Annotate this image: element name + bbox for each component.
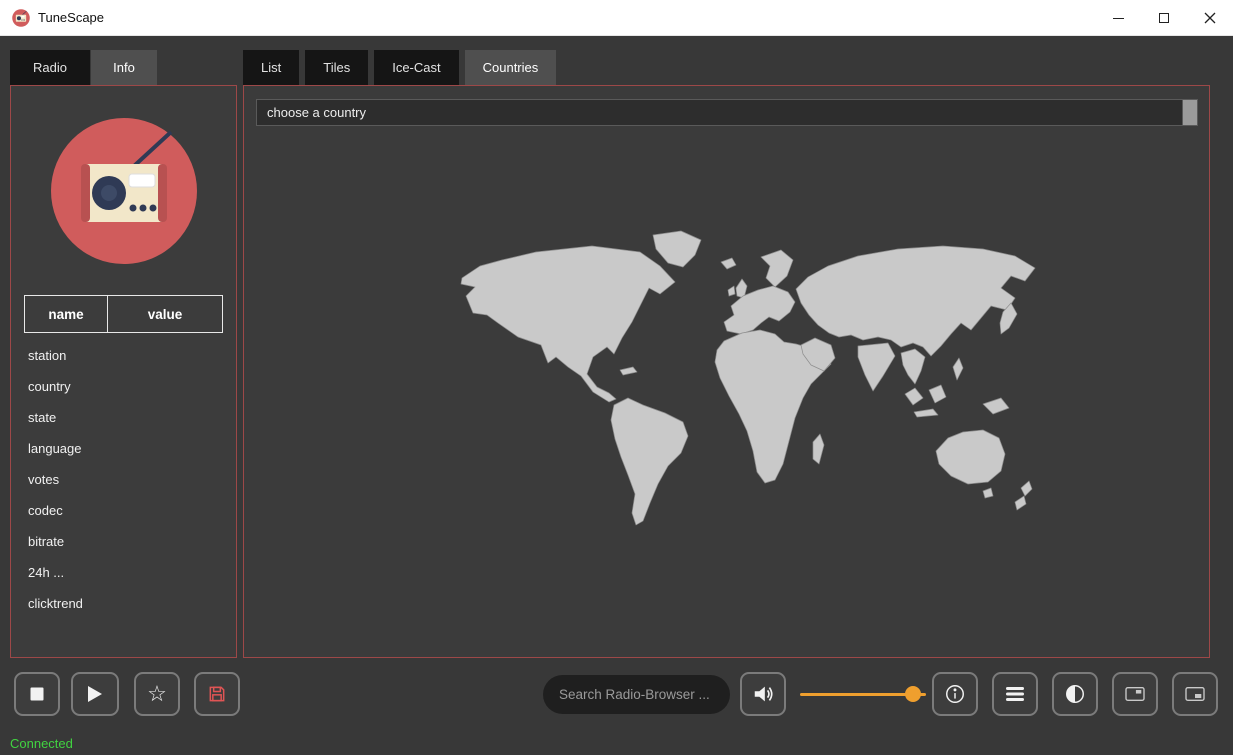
- menu-button[interactable]: [992, 672, 1038, 716]
- window-layout-top-icon: [1125, 687, 1145, 701]
- volume-track[interactable]: [800, 686, 926, 702]
- tab-radio[interactable]: Radio: [10, 50, 90, 85]
- right-tab-bar: List Tiles Ice-Cast Countries: [243, 50, 557, 85]
- layout-bottom-button[interactable]: [1172, 672, 1218, 716]
- titlebar: TuneScape: [0, 0, 1233, 36]
- play-icon: [88, 686, 102, 702]
- table-row: state: [28, 410, 57, 425]
- theme-toggle-button[interactable]: [1052, 672, 1098, 716]
- search-input[interactable]: [543, 675, 730, 714]
- tab-tiles[interactable]: Tiles: [305, 50, 369, 85]
- tab-countries[interactable]: Countries: [464, 50, 557, 85]
- tab-icecast[interactable]: Ice-Cast: [374, 50, 459, 85]
- speaker-icon: [754, 686, 773, 702]
- close-button[interactable]: [1187, 0, 1233, 36]
- left-tab-bar: Radio Info: [10, 50, 157, 85]
- stop-icon: [30, 687, 44, 701]
- table-row: bitrate: [28, 534, 65, 549]
- tab-info[interactable]: Info: [91, 50, 157, 85]
- table-row: language: [28, 441, 82, 456]
- volume-slider[interactable]: [800, 672, 926, 716]
- stop-button[interactable]: [14, 672, 60, 716]
- favorite-button[interactable]: ☆: [134, 672, 180, 716]
- contrast-icon: [1066, 685, 1084, 703]
- minimize-icon: [1112, 17, 1124, 19]
- star-icon: ☆: [147, 681, 167, 706]
- station-info-table: name value station country state languag…: [24, 295, 223, 619]
- country-dropdown-value: choose a country: [267, 105, 367, 120]
- window-title: TuneScape: [38, 10, 105, 25]
- country-dropdown[interactable]: choose a country: [256, 99, 1198, 126]
- countries-panel: choose a country: [243, 85, 1210, 658]
- table-row: votes: [28, 472, 60, 487]
- window-layout-bottom-icon: [1185, 687, 1205, 701]
- table-header: name value: [24, 295, 223, 333]
- table-row: clicktrend: [28, 596, 83, 611]
- mute-button[interactable]: [740, 672, 786, 716]
- minimize-button[interactable]: [1095, 0, 1141, 36]
- header-name: name: [24, 295, 108, 333]
- menu-icon: [1006, 687, 1024, 701]
- close-icon: [1204, 12, 1216, 24]
- maximize-button[interactable]: [1141, 0, 1187, 36]
- app-logo-icon: [12, 8, 30, 27]
- search-box: [543, 675, 730, 714]
- radio-logo: [50, 118, 197, 264]
- info-icon: [946, 685, 964, 703]
- play-button[interactable]: [71, 672, 119, 716]
- layout-top-button[interactable]: [1112, 672, 1158, 716]
- connection-status: Connected: [10, 736, 73, 751]
- info-button[interactable]: [932, 672, 978, 716]
- world-map[interactable]: [444, 226, 1044, 538]
- info-panel: name value station country state languag…: [10, 85, 237, 658]
- table-rows: station country state language votes cod…: [24, 340, 223, 619]
- header-value: value: [107, 295, 223, 333]
- save-button[interactable]: [194, 672, 240, 716]
- table-row: station: [28, 348, 67, 363]
- table-row: 24h ...: [28, 565, 65, 580]
- volume-knob[interactable]: [905, 686, 922, 702]
- save-floppy-icon: [209, 686, 225, 702]
- maximize-icon: [1159, 13, 1169, 23]
- dropdown-arrow-icon[interactable]: [1182, 100, 1197, 125]
- table-row: country: [28, 379, 71, 394]
- tab-list[interactable]: List: [243, 50, 300, 85]
- table-row: codec: [28, 503, 63, 518]
